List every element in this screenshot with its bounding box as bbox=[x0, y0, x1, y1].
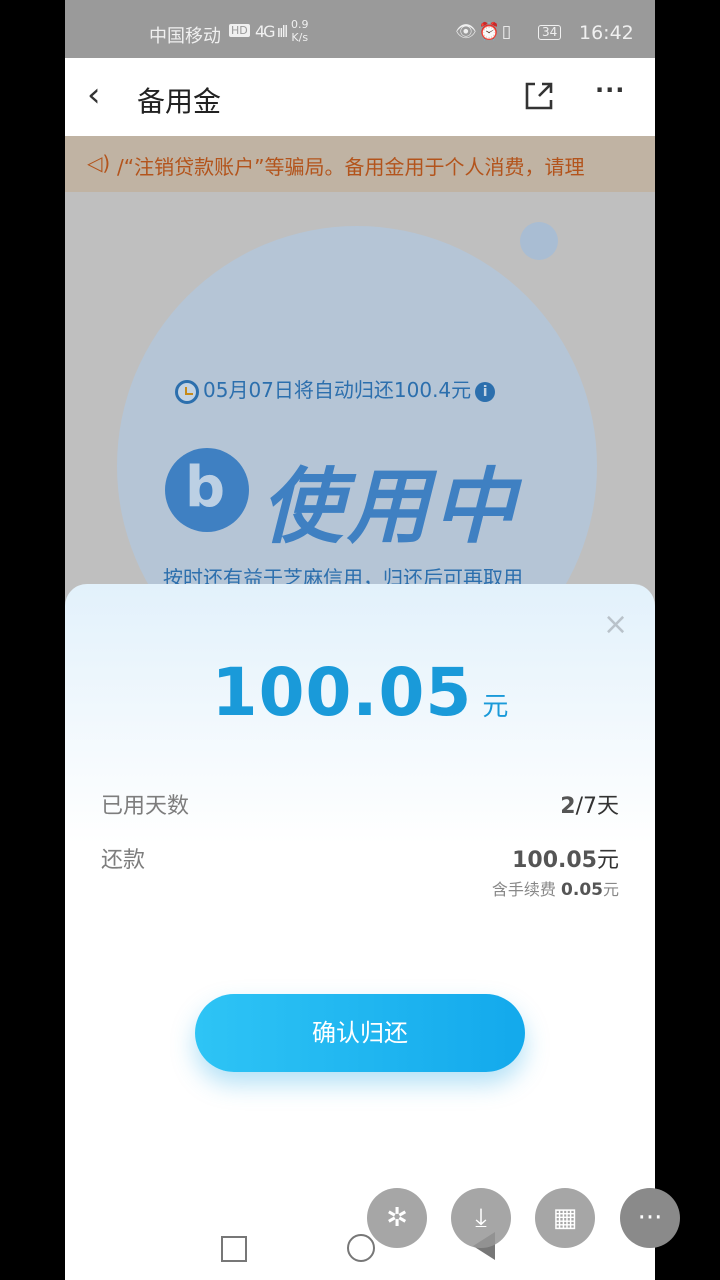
clock: 16:42 bbox=[579, 22, 634, 44]
notice-text: /“注销贷款账户”等骗局。备用金用于个人消费，请理 bbox=[117, 155, 585, 179]
confirm-return-button[interactable]: 确认归还 bbox=[195, 994, 525, 1072]
carrier-name: 中国移动 bbox=[149, 26, 221, 47]
repay-unit: 元 bbox=[596, 848, 619, 873]
phone-screen: 中国移动 HD 4G ııll 0.9 K/s 👁⏰▯ 34 16:42 ‹ 备… bbox=[65, 0, 655, 1280]
speed-unit: K/s bbox=[291, 31, 309, 44]
speaker-icon: ◁) bbox=[87, 151, 111, 175]
page-title: 备用金 bbox=[137, 85, 222, 118]
brand-logo-icon: b bbox=[165, 448, 249, 532]
auto-return-info: 05月07日将自动归还100.4元 i bbox=[175, 374, 555, 406]
fee-label: 含手续费 bbox=[491, 880, 556, 899]
status-bar: 中国移动 HD 4G ııll 0.9 K/s 👁⏰▯ 34 16:42 bbox=[65, 0, 655, 58]
signal-icon: 4G ııll bbox=[255, 22, 288, 41]
days-label: 已用天数 bbox=[101, 794, 190, 819]
chevron-left-icon[interactable]: ‹ bbox=[87, 78, 117, 114]
repay-label: 还款 bbox=[101, 848, 146, 873]
speed-value: 0.9 bbox=[291, 18, 309, 31]
repay-sheet: × 100.05 元 已用天数 2/7天 还款 100.05元 含手续费 0.05… bbox=[65, 584, 655, 1280]
repay-amount: 100.05 元 bbox=[65, 654, 655, 731]
amount-value: 100.05 bbox=[211, 654, 473, 731]
recents-icon[interactable] bbox=[221, 1236, 247, 1262]
days-total: /7天 bbox=[575, 794, 619, 819]
more-icon[interactable]: ··· bbox=[595, 76, 625, 104]
timer-icon bbox=[175, 379, 199, 404]
alarm-icon: ⏰ bbox=[478, 22, 502, 42]
days-used: 2 bbox=[560, 794, 576, 819]
close-icon[interactable]: × bbox=[603, 610, 628, 640]
sparkle-icon[interactable]: ✲ bbox=[367, 1188, 427, 1248]
battery-icon: 34 bbox=[538, 25, 562, 40]
download-icon[interactable]: ⤓ bbox=[451, 1188, 511, 1248]
info-icon[interactable]: i bbox=[475, 381, 496, 402]
hd-badge: HD bbox=[229, 24, 250, 37]
vibrate-icon: ▯ bbox=[501, 22, 514, 42]
grid-icon[interactable]: ▦ bbox=[535, 1188, 595, 1248]
share-icon[interactable] bbox=[521, 78, 557, 114]
decor-dot bbox=[520, 222, 558, 260]
more-menu-icon[interactable]: ··· bbox=[620, 1188, 680, 1248]
days-value: 2/7天 bbox=[560, 788, 619, 820]
status-title: 使用中 bbox=[261, 460, 519, 555]
network-speed: 0.9 K/s bbox=[291, 18, 309, 44]
nav-bar: ‹ 备用金 ··· bbox=[65, 58, 655, 136]
amount-unit: 元 bbox=[482, 692, 509, 722]
home-icon[interactable] bbox=[347, 1234, 375, 1262]
eye-icon: 👁 bbox=[455, 22, 479, 42]
repay-number: 100.05 bbox=[512, 848, 597, 873]
auto-return-text: 05月07日将自动归还100.4元 bbox=[203, 378, 472, 402]
fee-info: 含手续费 0.05元 bbox=[492, 876, 619, 900]
status-icons: 👁⏰▯ bbox=[455, 22, 513, 42]
fee-unit: 元 bbox=[602, 880, 619, 899]
repay-value: 100.05元 bbox=[512, 842, 619, 874]
fee-value: 0.05 bbox=[561, 880, 603, 900]
notice-bar[interactable]: ◁) /“注销贷款账户”等骗局。备用金用于个人消费，请理 bbox=[65, 136, 655, 192]
